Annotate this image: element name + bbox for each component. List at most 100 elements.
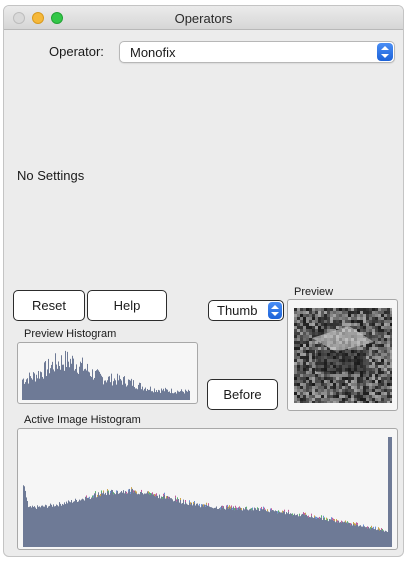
histogram-bar [116,492,117,547]
reset-button[interactable]: Reset [13,290,85,321]
thumbnail-pixel [387,386,390,389]
histogram-bar [44,362,45,400]
histogram-bar [365,527,366,547]
histogram-bar [40,507,41,547]
histogram-channel-tick [92,495,93,498]
histogram-bar [143,494,144,547]
thumbnail-pixel [324,311,327,314]
thumbnail-pixel [300,398,303,401]
thumbnail-pixel [366,380,369,383]
operator-select[interactable]: Monofix [119,41,395,63]
thumbnail-pixel [321,320,324,323]
histogram-bar [33,372,34,400]
histogram-bar [85,496,86,547]
histogram-bar [345,522,346,547]
histogram-channel-tick [326,517,327,520]
thumbnail-pixel [300,335,303,338]
histogram-bar [90,499,91,547]
thumbnail-pixel [366,401,369,403]
thumbnail-pixel [354,398,357,401]
thumbnail-pixel [333,395,336,398]
histogram-bar [107,380,108,400]
histogram-bar [359,525,360,547]
histogram-bar [375,528,376,547]
histogram-channel-tick [130,491,131,494]
thumbnail-pixel [378,380,381,383]
thumbnail-pixel [357,380,360,383]
thumbnail-pixel [369,362,372,365]
histogram-bar [320,517,321,547]
thumbnail-pixel [348,392,351,395]
before-button[interactable]: Before [207,379,278,410]
histogram-bar [267,511,268,547]
thumbnail-pixel [318,392,321,395]
histogram-bar [349,523,350,547]
histogram-channel-tick [131,487,132,490]
thumbnail-pixel [297,356,300,359]
histogram-channel-tick [156,493,157,496]
histogram-bar [242,510,243,547]
histogram-bar [281,512,282,547]
thumbnail-pixel [312,350,315,353]
thumbnail-pixel [306,353,309,356]
thumbnail-pixel [312,368,315,371]
thumbnail-pixel [309,401,312,403]
thumbnail-pixel [375,395,378,398]
help-button[interactable]: Help [87,290,167,321]
histogram-bar [157,392,158,400]
histogram-bar [341,522,342,547]
thumbnail-pixel [300,320,303,323]
thumbnail-pixel [354,374,357,377]
thumbnail-pixel [390,371,392,374]
thumbnail-pixel [303,398,306,401]
thumbnail-pixel [384,371,387,374]
thumbnail-pixel [378,320,381,323]
thumbnail-pixel [360,320,363,323]
view-mode-select[interactable]: Thumb [208,300,284,321]
histogram-bar [276,511,277,547]
thumbnail-pixel [384,377,387,380]
thumbnail-pixel [363,314,366,317]
thumbnail-pixel [366,344,369,347]
histogram-channel-tick [314,515,315,518]
thumbnail-pixel [306,311,309,314]
histogram-bar [297,514,298,547]
thumbnail-pixel [336,386,339,389]
histogram-bar [82,357,83,400]
thumbnail-pixel [294,395,297,398]
thumbnail-pixel [294,323,297,326]
thumbnail-pixel [312,308,315,311]
thumbnail-pixel [378,329,381,332]
thumbnail-pixel [384,398,387,401]
histogram-bar [142,493,143,547]
thumbnail-pixel [369,374,372,377]
histogram-bar [94,493,95,547]
thumbnail-pixel [312,386,315,389]
histogram-bar [98,492,99,547]
histogram-bar [184,393,185,400]
histogram-channel-tick [208,503,209,506]
histogram-bar [176,501,177,547]
histogram-bar [231,507,232,547]
thumbnail-pixel [300,329,303,332]
thumbnail-pixel [381,386,384,389]
thumbnail-pixel [357,314,360,317]
histogram-bar [47,507,48,547]
thumbnail-pixel [300,332,303,335]
histogram-bar [254,507,255,547]
thumbnail-pixel [378,359,381,362]
histogram-bar [356,524,357,547]
histogram-bar [197,503,198,547]
histogram-bar [311,515,312,547]
thumbnail-pixel [381,341,384,344]
thumbnail-pixel [309,377,312,380]
thumbnail-pixel [384,389,387,392]
thumbnail-pixel [342,320,345,323]
histogram-bar [318,517,319,547]
histogram-bar [286,512,287,547]
title-bar[interactable]: Operators [4,6,403,30]
histogram-bar [357,524,358,547]
thumbnail-pixel [312,362,315,365]
thumbnail-pixel [369,329,372,332]
thumbnail-pixel [375,386,378,389]
